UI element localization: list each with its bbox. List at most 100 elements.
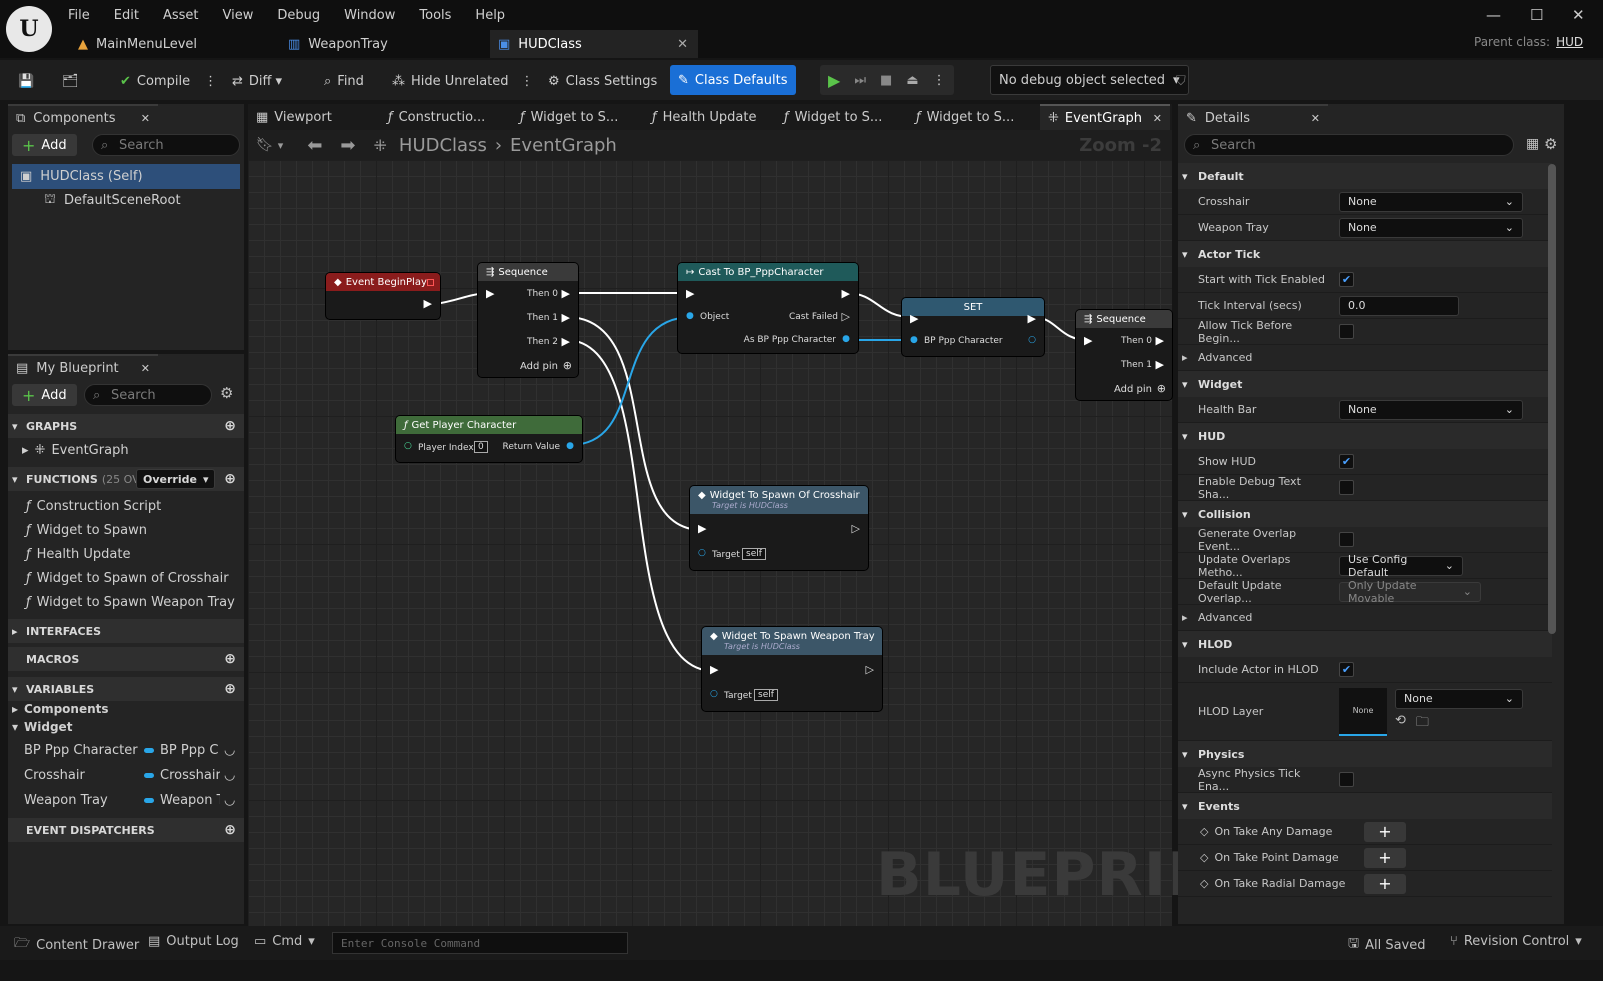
back-arrow-icon[interactable]: ⬅ xyxy=(307,135,322,156)
tab-health-update[interactable]: ƒ Health Update xyxy=(644,104,774,130)
interfaces-section[interactable]: ▸ INTERFACES xyxy=(8,619,244,643)
close-icon[interactable]: ✕ xyxy=(1153,112,1162,125)
update-overlaps-select[interactable]: Use Config Default ⌄ xyxy=(1339,553,1463,579)
variable-item[interactable]: BP Ppp Character BP Ppp C ◡ xyxy=(24,738,240,763)
all-saved-button[interactable]: 🖫 All Saved xyxy=(1348,934,1426,956)
category-widget[interactable]: ▾ Widget xyxy=(1178,371,1552,397)
eye-icon[interactable]: ◡ xyxy=(224,743,235,758)
revision-control-button[interactable]: ⑂ Revision Control ▾ xyxy=(1450,934,1582,949)
add-circle-icon[interactable]: ⊕ xyxy=(224,418,236,434)
category-collision[interactable]: ▾ Collision xyxy=(1178,501,1552,527)
browse-folder-icon[interactable]: 🗀 xyxy=(1416,713,1429,735)
menu-edit[interactable]: Edit xyxy=(114,8,139,23)
add-circle-icon[interactable]: ⊕ xyxy=(224,681,236,697)
menu-view[interactable]: View xyxy=(223,8,254,23)
delegate-pin-icon[interactable] xyxy=(427,278,434,286)
diff-button[interactable]: ⇄ Diff ▾ xyxy=(232,68,282,94)
functions-section[interactable]: ▾ FUNCTIONS (25 OVER Override ▾ ⊕ xyxy=(8,467,244,491)
graph-canvas[interactable]: ◆ Event BeginPlay ▶ ⇶ Sequence ▶ Then 0 ▶ T… xyxy=(248,160,1259,926)
add-pin-label[interactable]: Add pin xyxy=(1114,384,1152,395)
add-circle-icon[interactable]: ⊕ xyxy=(224,471,236,487)
health-bar-select[interactable]: None ⌄ xyxy=(1339,399,1523,420)
minimize-icon[interactable]: — xyxy=(1486,6,1501,24)
my-blueprint-tab[interactable]: ▤ My Blueprint ✕ xyxy=(8,354,158,380)
graph-item-eventgraph[interactable]: ▸ ⁜ EventGraph xyxy=(12,438,129,463)
event-dispatchers-section[interactable]: EVENT DISPATCHERS ⊕ xyxy=(8,818,244,842)
node-get-player-character[interactable]: ƒ Get Player Character ○ Player Index 0 R… xyxy=(396,416,582,462)
output-log-button[interactable]: ▤ Output Log xyxy=(148,934,239,949)
my-blueprint-search-input[interactable]: ⌕ Search xyxy=(84,384,212,406)
gear-icon[interactable]: ⚙ xyxy=(1544,135,1557,153)
tab-eventgraph[interactable]: ⁜ EventGraph ✕ xyxy=(1040,104,1170,130)
weapon-tray-select[interactable]: None ⌄ xyxy=(1339,217,1523,238)
hide-unrelated-button[interactable]: ⁂ Hide Unrelated ⋮ xyxy=(392,68,534,94)
exec-pin-icon[interactable]: ▶ xyxy=(424,297,432,310)
category-default[interactable]: ▾ Default xyxy=(1178,163,1552,189)
details-scrollbar[interactable] xyxy=(1548,164,1556,634)
gear-icon[interactable]: ⚙ xyxy=(220,384,233,402)
tick-interval-input[interactable]: 0.0 xyxy=(1339,295,1459,316)
object-pin-outline-icon[interactable]: ○ xyxy=(710,689,718,699)
object-pin-icon[interactable]: ● xyxy=(910,335,918,345)
category-events[interactable]: ▾ Events xyxy=(1178,793,1552,819)
components-tab[interactable]: ⧉ Components ✕ xyxy=(8,104,158,130)
hlod-layer-select[interactable]: None ⌄ xyxy=(1395,688,1523,709)
object-pin-icon[interactable]: ● xyxy=(842,334,850,344)
eye-icon[interactable]: ◡ xyxy=(224,793,235,808)
doc-tab-mainmenulevel[interactable]: ▲ MainMenuLevel xyxy=(70,30,270,58)
node-event-beginplay[interactable]: ◆ Event BeginPlay ▶ xyxy=(326,273,440,319)
add-event-button[interactable]: + xyxy=(1364,873,1406,894)
browse-icon[interactable]: 🗂 xyxy=(62,68,79,94)
forward-arrow-icon[interactable]: ➡ xyxy=(340,135,355,156)
node-sequence-2[interactable]: ⇶ Sequence ▶ Then 0 ▶ Then 1 ▶ Add pin ⊕ xyxy=(1076,310,1172,400)
exec-pin-icon[interactable]: ▶ xyxy=(698,522,706,535)
prop-advanced[interactable]: ▸ Advanced xyxy=(1178,345,1552,371)
save-icon[interactable]: 💾 xyxy=(18,68,34,94)
close-window-icon[interactable]: ✕ xyxy=(1572,6,1585,24)
unreal-logo-icon[interactable]: U xyxy=(6,6,52,52)
function-item[interactable]: ƒ Health Update xyxy=(26,542,235,567)
menu-help[interactable]: Help xyxy=(475,8,505,23)
node-cast-to-character[interactable]: ↦ Cast To BP_PppCharacter ▶ ▶ ● Object Cas… xyxy=(678,263,858,353)
include-hlod-checkbox[interactable]: ✔ xyxy=(1339,662,1354,677)
add-component-button[interactable]: + Add xyxy=(12,134,77,156)
add-member-button[interactable]: + Add xyxy=(12,384,77,406)
category-hud[interactable]: ▾ HUD xyxy=(1178,423,1552,449)
tab-widget-to-spawn-tray[interactable]: ƒ Widget to S... xyxy=(908,104,1038,130)
use-selected-icon[interactable]: ⟲ xyxy=(1395,713,1406,735)
maximize-icon[interactable]: ☐ xyxy=(1530,6,1543,24)
breadcrumb-root[interactable]: HUDClass xyxy=(399,135,487,156)
bookmark-icon[interactable]: 🔖︎ xyxy=(256,137,274,153)
var-group-components[interactable]: ▸ Components xyxy=(12,700,109,718)
content-drawer-button[interactable]: 🗁 Content Drawer xyxy=(14,934,139,956)
add-circle-icon[interactable]: ⊕ xyxy=(563,359,572,372)
add-circle-icon[interactable]: ⊕ xyxy=(224,822,236,838)
exec-pin-icon[interactable]: ▶ xyxy=(562,335,570,348)
exec-pin-outline-icon[interactable]: ▷ xyxy=(852,522,860,535)
override-dropdown[interactable]: Override ▾ xyxy=(136,469,216,489)
exec-pin-icon[interactable]: ▶ xyxy=(842,287,850,300)
debug-object-select[interactable]: No debug object selected ▾ xyxy=(990,65,1189,95)
crosshair-select[interactable]: None ⌄ xyxy=(1339,191,1523,212)
add-event-button[interactable]: + xyxy=(1364,847,1406,868)
tab-construction[interactable]: ƒ Constructio... xyxy=(380,104,510,130)
table-view-icon[interactable]: ▦ xyxy=(1526,136,1539,152)
chevron-down-icon[interactable]: ▾ xyxy=(278,139,284,152)
debug-text-checkbox[interactable] xyxy=(1339,480,1354,495)
add-event-button[interactable]: + xyxy=(1364,821,1406,842)
exec-pin-icon[interactable]: ▶ xyxy=(1084,334,1092,347)
eject-icon[interactable]: ⏏ xyxy=(906,73,918,88)
breadcrumb-graph[interactable]: EventGraph xyxy=(510,135,617,156)
generate-overlap-checkbox[interactable] xyxy=(1339,532,1354,547)
category-actor-tick[interactable]: ▾ Actor Tick xyxy=(1178,241,1552,267)
object-pin-outline-icon[interactable]: ○ xyxy=(1028,335,1036,345)
prop-advanced-collision[interactable]: ▸ Advanced xyxy=(1178,605,1552,631)
components-search-input[interactable]: ⌕ Search xyxy=(92,134,240,156)
close-icon[interactable]: ✕ xyxy=(1311,112,1320,125)
var-group-widget[interactable]: ▾ Widget xyxy=(12,718,72,736)
allow-tick-checkbox[interactable] xyxy=(1339,324,1354,339)
function-item[interactable]: ƒ Widget to Spawn xyxy=(26,518,235,543)
menu-file[interactable]: File xyxy=(68,8,90,23)
exec-pin-icon[interactable]: ▶ xyxy=(1156,358,1164,371)
function-item[interactable]: ƒ Construction Script xyxy=(26,494,235,519)
